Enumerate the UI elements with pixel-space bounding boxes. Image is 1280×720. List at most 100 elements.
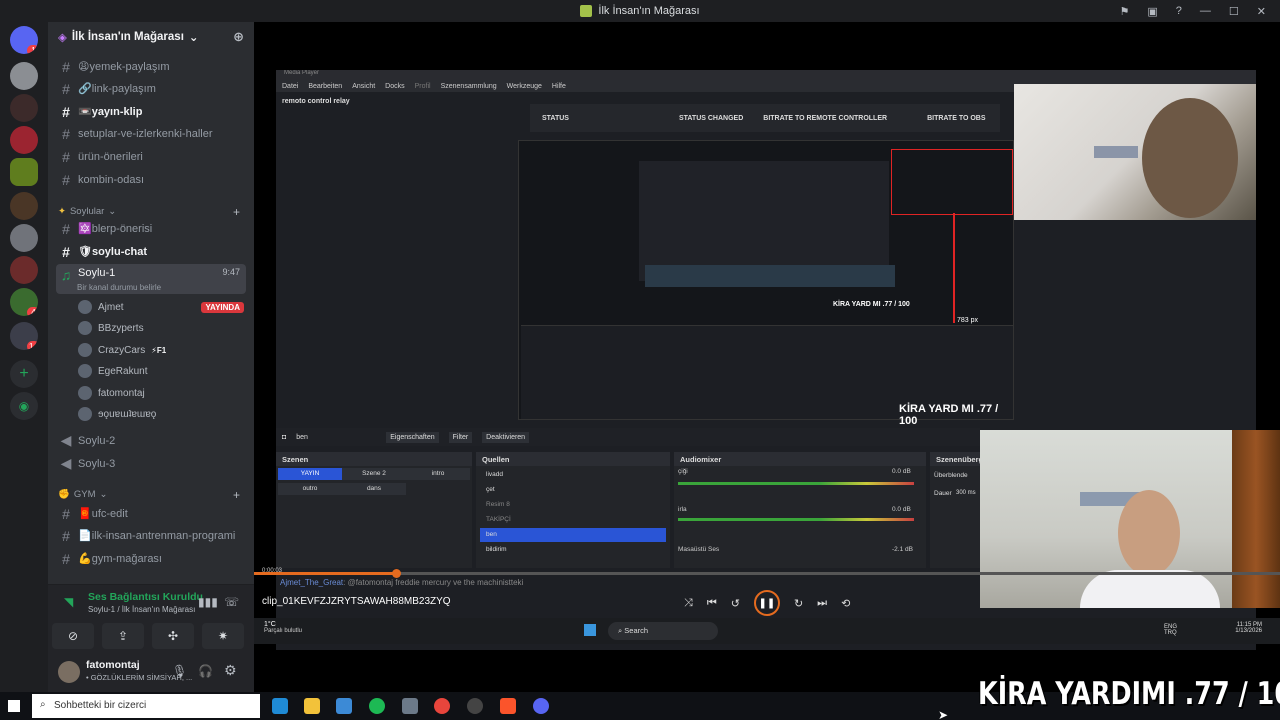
seek-knob[interactable] <box>392 569 401 578</box>
voice-status-text[interactable]: Bir kanal durumu belirle <box>77 283 161 292</box>
soundboard-icon[interactable]: ▮▮▮ <box>198 595 218 609</box>
server-icon[interactable] <box>10 126 38 154</box>
menu-item[interactable]: Szenensammlung <box>441 83 497 90</box>
channel-item[interactable]: # kombin-odası <box>56 169 246 190</box>
add-channel-icon[interactable]: + <box>233 488 240 502</box>
filter-button[interactable]: Filter <box>448 431 473 443</box>
invite-icon[interactable]: ⊕ <box>233 29 244 45</box>
inner-search[interactable]: ⌕ Search <box>608 622 718 640</box>
menu-item[interactable]: Werkzeuge <box>507 83 542 90</box>
properties-button[interactable]: Eigenschaften <box>386 431 439 443</box>
spotify-icon[interactable] <box>369 698 385 714</box>
discover-icon[interactable]: ◉ <box>10 392 38 420</box>
server-icon[interactable]: 4 <box>10 288 38 316</box>
channel-item[interactable]: # 🧧ufc-edit <box>56 503 246 524</box>
brave-icon[interactable] <box>500 698 516 714</box>
menu-item[interactable]: Hilfe <box>552 83 566 90</box>
close-button[interactable]: ✕ <box>1257 5 1266 18</box>
repeat-icon[interactable]: ⟲ <box>841 597 850 610</box>
scene-button[interactable]: outro <box>278 483 342 495</box>
home-icon[interactable]: 1 <box>10 26 38 54</box>
server-icon[interactable] <box>10 62 38 90</box>
next-icon[interactable]: ⏭ <box>817 597 827 610</box>
duration-value[interactable]: 300 ms <box>956 490 976 496</box>
channel-item[interactable]: # 🛡soylu-chat <box>56 241 246 262</box>
server-icon[interactable] <box>10 94 38 122</box>
menu-item[interactable]: Datei <box>282 83 298 90</box>
maximize-button[interactable]: ☐ <box>1229 5 1239 18</box>
server-header[interactable]: ◈ İlk İnsan'ın Mağarası ⌄ ⊕ <box>48 22 254 52</box>
pause-button[interactable]: ❚❚ <box>753 590 780 616</box>
edge-icon[interactable] <box>272 698 288 714</box>
chrome-icon[interactable] <box>434 698 450 714</box>
voice-location[interactable]: Soylu-1 / İlk İnsan'ın Mağarası <box>88 605 195 614</box>
channel-item[interactable]: # 😩yemek-paylaşım <box>56 56 246 77</box>
channel-item[interactable]: # 🔯blerp-önerisi <box>56 218 246 239</box>
scene-button[interactable]: dans <box>342 483 406 495</box>
shuffle-icon[interactable]: ⤨ <box>684 597 693 610</box>
microphone-icon[interactable]: 🎙 <box>172 664 187 678</box>
source-item[interactable]: livadd <box>480 468 666 482</box>
channel-item[interactable]: # 📄ilk-insan-antrenman-programi <box>56 525 246 546</box>
screen-icon[interactable]: ▣ <box>1147 5 1157 18</box>
calculator-icon[interactable] <box>402 698 418 714</box>
voice-channel[interactable]: ◀ Soylu-2 <box>56 430 246 451</box>
voice-user[interactable]: BBzyperts <box>78 318 144 338</box>
windows-start-icon[interactable] <box>8 700 20 712</box>
source-item[interactable]: TAKİPÇİ <box>480 513 666 527</box>
voice-connected-label[interactable]: Ses Bağlantısı Kuruldu <box>88 591 203 603</box>
file-explorer-icon[interactable] <box>304 698 320 714</box>
voice-user[interactable]: fatomontaj <box>78 383 145 403</box>
add-server-icon[interactable]: + <box>10 360 38 388</box>
menu-item[interactable]: Docks <box>385 83 404 90</box>
help-icon[interactable]: ? <box>1176 5 1182 17</box>
obs-icon[interactable] <box>467 698 483 714</box>
source-item[interactable]: çet <box>480 483 666 497</box>
taskbar-search[interactable]: ⌕ Sohbetteki bir cizerci <box>32 694 260 718</box>
screen-share-button[interactable]: ⇪ <box>102 623 144 649</box>
voice-user[interactable]: ɘǫuɐɯʇɐɯɐǫ <box>78 404 156 424</box>
source-item[interactable]: bildirim <box>480 543 666 557</box>
server-icon-active[interactable] <box>10 158 38 186</box>
scene-button[interactable]: YAYIN <box>278 468 342 480</box>
scene-button[interactable]: intro <box>406 468 470 480</box>
user-name[interactable]: fatomontaj <box>86 659 140 671</box>
discord-icon[interactable] <box>533 698 549 714</box>
menu-item[interactable]: Ansicht <box>352 83 375 90</box>
transition-select[interactable]: Überblende <box>934 472 968 479</box>
category-gym[interactable]: ✊ GYM ⌄ + <box>58 488 244 502</box>
channel-item[interactable]: # 🔗link-paylaşım <box>56 78 246 99</box>
minimize-button[interactable]: — <box>1200 5 1211 17</box>
previous-icon[interactable]: ⏮ <box>707 597 717 610</box>
soundboard-button[interactable]: ✷ <box>202 623 244 649</box>
deactivate-button[interactable]: Deaktivieren <box>482 431 530 443</box>
category-soylular[interactable]: ✦ Soylular ⌄ + <box>58 205 244 219</box>
avatar[interactable] <box>58 661 80 683</box>
inbox-icon[interactable]: ⚑ <box>1120 5 1130 18</box>
server-icon[interactable] <box>10 256 38 284</box>
add-channel-icon[interactable]: + <box>233 205 240 219</box>
server-icon[interactable]: 14 <box>10 322 38 350</box>
source-item[interactable]: Resim 8 <box>480 498 666 512</box>
gear-icon[interactable]: ⚙ <box>224 662 237 679</box>
camera-off-button[interactable]: ⊘ <box>52 623 94 649</box>
stream-view[interactable]: Media Player Datei Bearbeiten Ansicht Do… <box>254 22 1280 692</box>
activities-button[interactable]: ✣ <box>152 623 194 649</box>
windows-start-icon[interactable] <box>584 624 596 636</box>
server-icon[interactable] <box>10 192 38 220</box>
voice-user[interactable]: CrazyCars ⚡F1 <box>78 340 166 360</box>
channel-item[interactable]: # setuplar-ve-izlerkenki-haller <box>56 123 246 144</box>
disconnect-icon[interactable]: ☏ <box>224 595 239 609</box>
voice-user[interactable]: EgeRakunt <box>78 361 147 381</box>
scene-button[interactable]: Szene 2 <box>342 468 406 480</box>
inner-clock[interactable]: 11:15 PM 1/13/2026 <box>1212 622 1262 634</box>
menu-item[interactable]: Bearbeiten <box>308 83 342 90</box>
voice-channel[interactable]: ◀ Soylu-3 <box>56 453 246 474</box>
weather-widget[interactable]: 1°C Parçalı bulutlu <box>264 621 302 634</box>
language-indicator[interactable]: ENG TRQ <box>1164 624 1184 636</box>
seek-bar[interactable] <box>254 569 1280 578</box>
source-item-selected[interactable]: ben <box>480 528 666 542</box>
headphones-icon[interactable]: 🎧 <box>198 664 213 678</box>
channel-item[interactable]: # 📼yayın-klip <box>56 101 246 122</box>
rewind-icon[interactable]: ↺ <box>731 597 740 610</box>
